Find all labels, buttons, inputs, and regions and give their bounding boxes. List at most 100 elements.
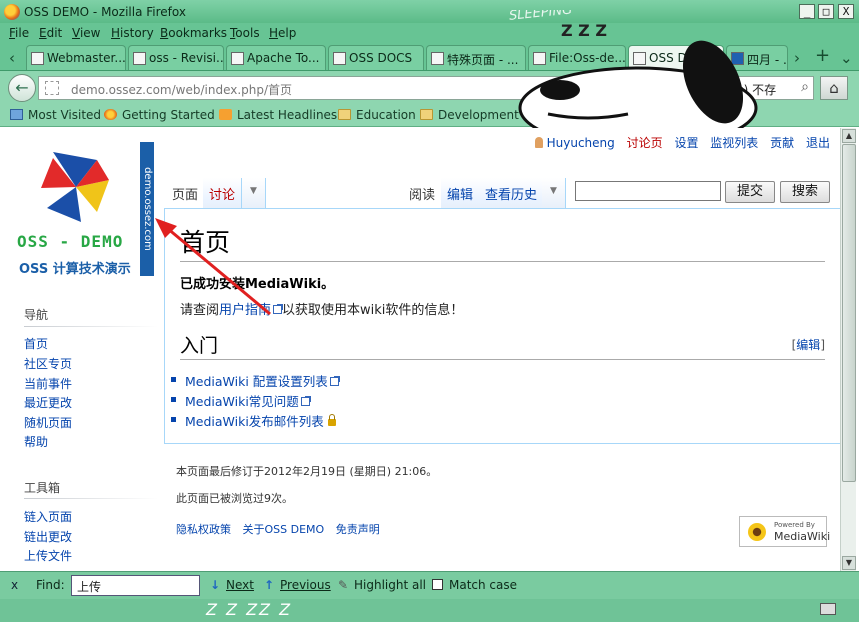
print-icon[interactable]: [820, 603, 836, 615]
scrollbar-thumb[interactable]: [842, 144, 856, 482]
user-page-link[interactable]: Huyucheng: [547, 136, 615, 150]
back-button[interactable]: ←: [8, 74, 36, 102]
lock-icon: [327, 414, 336, 426]
page-icon: [333, 52, 346, 65]
tab-apache[interactable]: Apache To...: [226, 45, 326, 70]
find-label: Find:: [36, 578, 65, 592]
find-input[interactable]: 上传: [71, 575, 200, 596]
sidebar-link-community[interactable]: 社区专页: [24, 355, 72, 372]
url-bar[interactable]: demo.ossez.com/web/index.php/首页 ☆ C: [38, 76, 670, 100]
bookmark-education[interactable]: Education: [338, 108, 416, 122]
tab-read[interactable]: 阅读: [403, 178, 443, 209]
sidebar-link-current-events[interactable]: 当前事件: [24, 375, 72, 392]
tab-edit[interactable]: 编辑: [441, 178, 481, 209]
tab-scroll-left-icon[interactable]: ‹: [9, 49, 15, 67]
sidebar-link-what-links-here[interactable]: 链入页面: [24, 508, 72, 525]
external-link-icon: [329, 376, 340, 386]
new-tab-button[interactable]: +: [815, 45, 830, 66]
disclaimer-link[interactable]: 免责声明: [336, 523, 380, 536]
tab-oss-docs[interactable]: OSS DOCS: [328, 45, 424, 70]
variants-dropdown-icon[interactable]: ▼: [242, 178, 266, 209]
view-count-text: 此页面已被浏览过9次。: [176, 492, 293, 505]
tab-scroll-right-icon[interactable]: ›: [794, 49, 800, 67]
reload-icon[interactable]: C: [637, 79, 647, 95]
find-previous-button[interactable]: ↑ Previous: [264, 578, 331, 592]
match-case-checkbox[interactable]: Match case: [432, 578, 517, 592]
bookmarks-toolbar: Most Visited Getting Started Latest Head…: [0, 103, 859, 127]
page-icon: [633, 52, 646, 65]
tab-april[interactable]: 四月 - ...: [726, 45, 788, 70]
google-search-engine-icon[interactable]: [676, 81, 691, 96]
highlight-all-button[interactable]: ✎ Highlight all: [338, 578, 426, 592]
tab-history[interactable]: 查看历史: [479, 178, 545, 209]
search-bar-text[interactable]: ( public) 不存: [699, 81, 776, 98]
status-zzz-text: Z Z ZZ Z: [206, 600, 293, 619]
menu-view[interactable]: View: [72, 26, 100, 40]
search-button[interactable]: 搜索: [780, 181, 830, 203]
menu-history[interactable]: History: [111, 26, 154, 40]
home-button[interactable]: ⌂: [820, 76, 848, 100]
menu-edit[interactable]: Edit: [39, 26, 62, 40]
bookmark-star-icon[interactable]: ☆: [614, 79, 627, 97]
list-item[interactable]: MediaWiki发布邮件列表: [171, 411, 336, 430]
oss-logo-mark[interactable]: [41, 152, 111, 222]
sidebar-link-related-changes[interactable]: 链出更改: [24, 528, 72, 545]
sidebar-link-home[interactable]: 首页: [24, 335, 48, 352]
site-identity-icon[interactable]: [45, 81, 59, 95]
url-text[interactable]: demo.ossez.com/web/index.php/首页: [71, 81, 292, 98]
install-success-text: 已成功安装MediaWiki。: [180, 277, 335, 292]
privacy-policy-link[interactable]: 隐私权政策: [176, 523, 231, 536]
menu-bookmarks[interactable]: Bookmarks: [160, 26, 227, 40]
sidebar-link-help[interactable]: 帮助: [24, 433, 48, 450]
tab-page[interactable]: 页面: [166, 178, 206, 209]
sidebar-link-recent-changes[interactable]: 最近更改: [24, 394, 72, 411]
list-item[interactable]: MediaWiki 配置设置列表: [171, 371, 340, 390]
external-link-icon: [300, 396, 311, 406]
list-all-tabs-icon[interactable]: ⌄: [840, 49, 853, 67]
close-window-button[interactable]: X: [838, 4, 854, 19]
bookmark-getting-started[interactable]: Getting Started: [104, 108, 215, 122]
tab-oss-demo[interactable]: OSS DE... ✕: [628, 45, 724, 70]
sidebar-link-random[interactable]: 随机页面: [24, 414, 72, 431]
search-go-button[interactable]: 提交: [725, 181, 775, 203]
navigation-bar: ← demo.ossez.com/web/index.php/首页 ☆ C ( …: [0, 71, 859, 103]
preferences-link[interactable]: 设置: [674, 136, 698, 150]
tab-oss-revisions[interactable]: oss - Revisi...: [128, 45, 224, 70]
close-tab-icon[interactable]: ✕: [709, 50, 719, 64]
scroll-up-icon[interactable]: ▲: [842, 129, 856, 143]
contributions-link[interactable]: 贡献: [770, 136, 794, 150]
highlighter-icon: ✎: [338, 578, 349, 592]
scroll-down-icon[interactable]: ▼: [842, 556, 856, 570]
list-item[interactable]: MediaWiki常见问题: [171, 391, 311, 410]
actions-dropdown-icon[interactable]: ▼: [542, 178, 566, 209]
talk-page-link[interactable]: 讨论页: [627, 136, 663, 150]
menu-tools[interactable]: Tools: [230, 26, 260, 40]
bookmark-development[interactable]: Development: [420, 108, 519, 122]
bookmark-most-visited[interactable]: Most Visited: [10, 108, 101, 122]
search-go-icon[interactable]: ⌕: [801, 79, 809, 95]
minimize-button[interactable]: _: [799, 4, 815, 19]
tab-file-oss[interactable]: File:Oss-de...: [528, 45, 626, 70]
bookmark-latest-headlines[interactable]: Latest Headlines: [219, 108, 337, 122]
about-link[interactable]: 关于OSS DEMO: [243, 523, 325, 536]
find-next-button[interactable]: ↓ Next: [210, 578, 254, 592]
user-icon: [534, 137, 543, 148]
tab-special-pages[interactable]: 特殊页面 - ...: [426, 45, 526, 70]
sidebar-link-upload[interactable]: 上传文件: [24, 547, 72, 564]
edit-section-link[interactable]: 编辑: [796, 338, 820, 352]
tab-discussion[interactable]: 讨论: [203, 178, 243, 209]
tab-webmaster[interactable]: Webmaster...: [26, 45, 126, 70]
powered-by-mediawiki-badge[interactable]: Powered By MediaWiki: [739, 516, 830, 547]
watchlist-link[interactable]: 监视列表: [710, 136, 758, 150]
vertical-scrollbar[interactable]: ▲ ▼: [840, 128, 856, 571]
logout-link[interactable]: 退出: [806, 136, 830, 150]
user-guide-link[interactable]: 用户指南: [219, 303, 271, 318]
menu-file[interactable]: File: [9, 26, 29, 40]
search-bar[interactable]: ( public) 不存 ⌕: [672, 76, 814, 100]
maximize-button[interactable]: □: [818, 4, 834, 19]
close-find-bar-icon[interactable]: x: [11, 578, 18, 592]
personal-tools: Huyucheng 讨论页 设置 监视列表 贡献 退出: [534, 134, 830, 151]
logo-title[interactable]: OSS - DEMO: [17, 232, 123, 251]
wiki-search-input[interactable]: [575, 181, 721, 201]
menu-help[interactable]: Help: [269, 26, 296, 40]
